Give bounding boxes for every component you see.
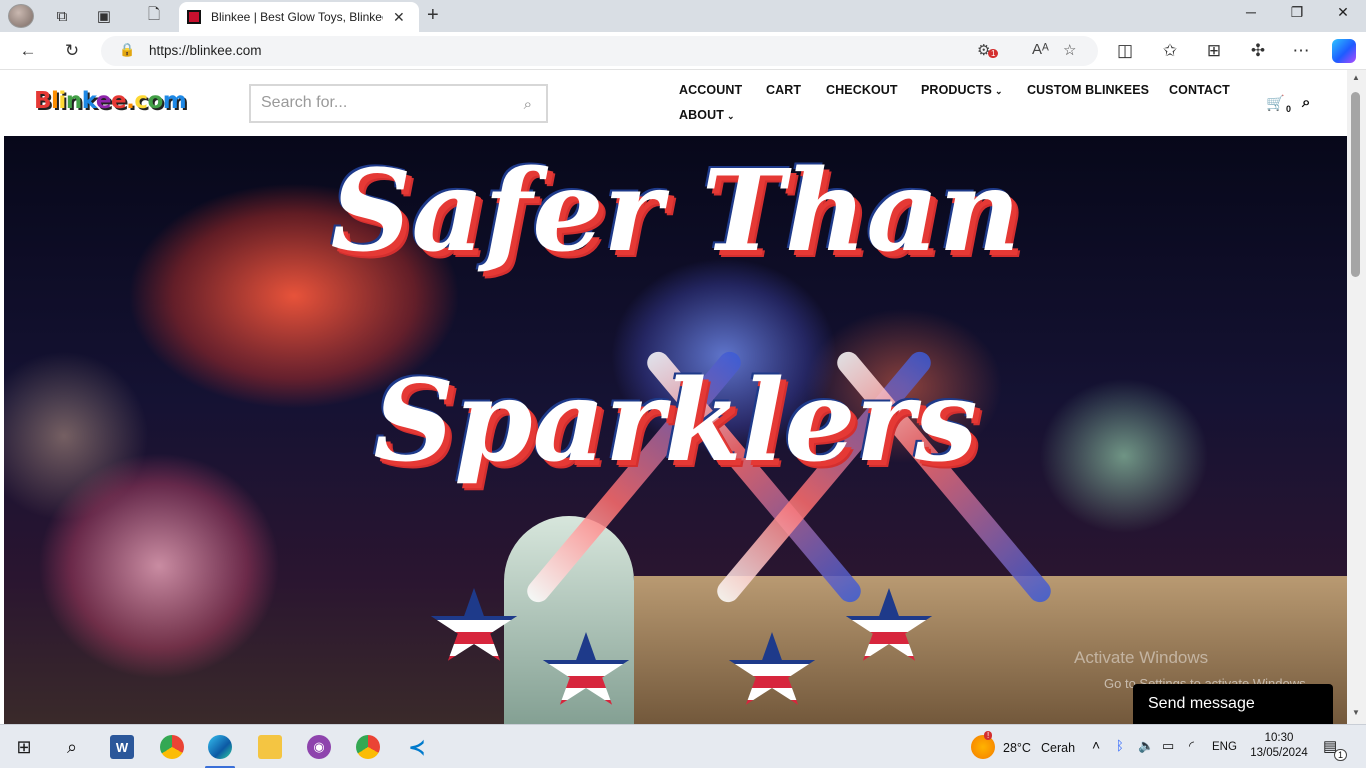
split-screen-icon[interactable]: ◫ <box>1112 39 1138 63</box>
browser-tab-strip: ⧉ ▣ 🗋 Blinkee | Best Glow Toys, Blinkee … <box>0 0 1366 32</box>
volume-icon[interactable]: 🔈 <box>1138 738 1154 754</box>
browser-toolbar: ← ↻ 🔒 https://blinkee.com ⚙ 1 Aᴬ ☆ ◫ ✩ ⊞… <box>0 32 1366 70</box>
collections-icon[interactable]: ⊞ <box>1201 39 1227 63</box>
language-indicator[interactable]: ENG <box>1212 741 1237 753</box>
scrollbar-thumb[interactable] <box>1351 92 1360 277</box>
site-logo[interactable]: Blinkee.com <box>34 88 187 114</box>
header-search-icon[interactable]: ⌕ <box>1302 94 1310 111</box>
wifi-icon[interactable]: ◜ <box>1189 738 1194 754</box>
search-input[interactable] <box>261 94 501 112</box>
nav-account[interactable]: ACCOUNT <box>679 83 742 97</box>
hero-banner: Safer Than Sparklers Activate Windows Go… <box>4 136 1347 724</box>
refresh-icon[interactable]: ↻ <box>59 39 85 63</box>
address-bar[interactable]: 🔒 https://blinkee.com ⚙ 1 Aᴬ ☆ <box>101 36 1098 66</box>
tracking-badge: 1 <box>988 49 999 58</box>
chrome-icon[interactable] <box>160 735 184 759</box>
close-window-button[interactable]: ✕ <box>1323 4 1363 21</box>
tab-close-icon[interactable]: ✕ <box>393 9 405 26</box>
favorite-star-icon[interactable]: ☆ <box>1063 41 1076 59</box>
search-box: ⌕ <box>249 84 548 123</box>
notification-count: 1 <box>1334 749 1348 761</box>
restore-button[interactable]: ❐ <box>1277 4 1317 21</box>
battery-icon[interactable]: ▭ <box>1162 738 1174 754</box>
system-clock[interactable]: 10:30 13/05/2024 <box>1248 731 1310 761</box>
blinkee-favicon <box>187 10 201 24</box>
more-icon[interactable]: ⋯ <box>1288 39 1314 63</box>
nav-about[interactable]: ABOUT ⌄ <box>679 108 735 122</box>
search-icon[interactable]: ⌕ <box>524 96 532 113</box>
hero-headline-line2: Sparklers <box>373 356 978 487</box>
page-viewport: Blinkee.com ⌕ ACCOUNT CART CHECKOUT PROD… <box>0 70 1366 724</box>
url-text[interactable]: https://blinkee.com <box>149 43 262 58</box>
nav-cart[interactable]: CART <box>766 83 801 97</box>
nav-products-label: PRODUCTS <box>921 83 992 97</box>
chevron-up-icon[interactable]: ˄ <box>1092 737 1100 753</box>
activate-windows-title: Activate Windows <box>1074 648 1209 667</box>
windows-start-icon[interactable]: ⊞ <box>12 735 36 759</box>
copilot-icon[interactable] <box>1332 39 1356 63</box>
nav-about-label: ABOUT <box>679 108 724 122</box>
favorites-icon[interactable]: ✩ <box>1157 39 1183 63</box>
send-message-button[interactable]: Send message <box>1133 684 1333 724</box>
site-header: Blinkee.com ⌕ <box>4 70 1347 136</box>
cart-count: 0 <box>1286 104 1292 114</box>
page-icon[interactable]: 🗋 <box>139 3 169 29</box>
page-scrollbar[interactable]: ▲ ▼ <box>1347 70 1366 724</box>
new-tab-icon[interactable]: + <box>427 4 439 27</box>
windows-taskbar: ⊞ ⌕ W ◉ ≺ ! 28°C Cerah ˄ ᛒ 🔈 ▭ ◜ ENG 10:… <box>0 724 1366 768</box>
weather-icon[interactable] <box>971 735 995 759</box>
lock-icon[interactable]: 🔒 <box>119 42 135 58</box>
chevron-down-icon: ⌄ <box>726 111 735 121</box>
clock-date: 13/05/2024 <box>1250 747 1308 759</box>
nav-custom-blinkees[interactable]: CUSTOM BLINKEES <box>1027 83 1149 97</box>
tab-blinkee[interactable]: Blinkee | Best Glow Toys, Blinkee ✕ <box>179 2 419 32</box>
minimize-button[interactable]: ─ <box>1231 4 1271 20</box>
weather-temp[interactable]: 28°C <box>1003 741 1031 755</box>
file-explorer-icon[interactable] <box>258 735 282 759</box>
read-aloud-icon[interactable]: Aᴬ <box>1032 41 1049 58</box>
workspaces-icon[interactable]: ⧉ <box>47 3 77 29</box>
back-icon[interactable]: ← <box>15 39 41 63</box>
clock-time: 10:30 <box>1264 732 1294 744</box>
profile-avatar[interactable] <box>8 4 34 28</box>
tab-title: Blinkee | Best Glow Toys, Blinkee <box>211 10 383 24</box>
nav-contact[interactable]: CONTACT <box>1169 83 1230 97</box>
vscode-icon[interactable]: ≺ <box>405 735 429 759</box>
scroll-up-icon[interactable]: ▲ <box>1352 73 1360 82</box>
nav-checkout[interactable]: CHECKOUT <box>826 83 898 97</box>
chevron-down-icon: ⌄ <box>994 86 1003 96</box>
github-icon[interactable]: ◉ <box>307 735 331 759</box>
cart-icon[interactable]: 🛒 <box>1266 94 1285 112</box>
weather-label[interactable]: Cerah <box>1041 741 1075 755</box>
chrome-profile-icon[interactable] <box>356 735 380 759</box>
edge-icon[interactable] <box>208 735 232 759</box>
word-icon[interactable]: W <box>110 735 134 759</box>
weather-badge: ! <box>984 731 993 740</box>
taskbar-search-icon[interactable]: ⌕ <box>60 735 84 759</box>
tab-actions-icon[interactable]: ▣ <box>89 3 119 29</box>
bluetooth-icon[interactable]: ᛒ <box>1116 738 1124 753</box>
nav-products[interactable]: PRODUCTS ⌄ <box>921 83 1003 97</box>
extensions-icon[interactable]: ✣ <box>1245 39 1271 63</box>
hero-headline-line1: Safer Than <box>330 146 1021 277</box>
scroll-down-icon[interactable]: ▼ <box>1352 708 1360 717</box>
